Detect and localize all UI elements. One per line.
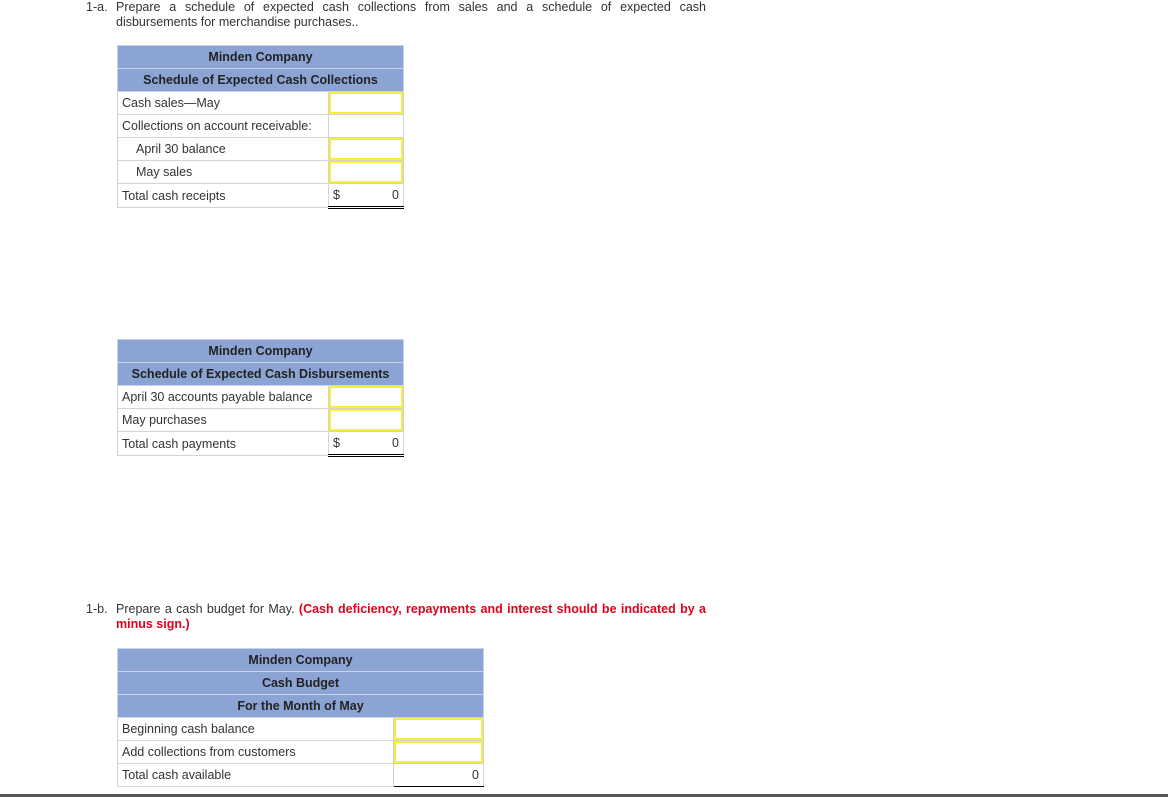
total-cash-receipts: $ 0 [328,183,404,209]
currency-symbol: $ [333,436,340,450]
table-row: Add collections from customers [117,740,484,764]
table-row: April 30 balance [117,137,404,161]
collections-input[interactable] [394,741,483,763]
total-value: 0 [392,436,399,450]
question-number: 1-b. [86,602,108,616]
table-row: April 30 accounts payable balance [117,385,404,409]
row-label: Cash sales—May [117,91,329,115]
total-row: Total cash receipts $ 0 [117,183,404,209]
question-1b: 1-b. Prepare a cash budget for May. (Cas… [86,602,706,632]
row-label: May purchases [117,408,329,432]
cash-disbursements-schedule: Minden Company Schedule of Expected Cash… [117,339,404,457]
total-value: 0 [472,768,479,782]
may-purchases-input[interactable] [329,409,403,431]
schedule-title: Schedule of Expected Cash Disbursements [117,362,404,386]
beginning-cash-input[interactable] [394,718,483,740]
total-row: Total cash payments $ 0 [117,431,404,457]
schedule-title: Schedule of Expected Cash Collections [117,68,404,92]
row-label: Collections on account receivable: [117,114,329,138]
cash-budget: Minden Company Cash Budget For the Month… [117,648,484,787]
budget-title: Cash Budget [117,671,484,695]
total-cash-payments: $ 0 [328,431,404,457]
currency-symbol: $ [333,188,340,202]
april-payable-input[interactable] [329,386,403,408]
row-label: Total cash payments [117,431,329,456]
row-label: Total cash receipts [117,183,329,208]
total-value: 0 [392,188,399,202]
row-label: Add collections from customers [117,740,394,764]
table-row: Beginning cash balance [117,717,484,741]
cash-sales-input[interactable] [329,92,403,114]
budget-period: For the Month of May [117,694,484,718]
row-label: May sales [117,160,329,184]
may-sales-input[interactable] [329,161,403,183]
row-label: Total cash available [117,763,394,787]
row-label: Beginning cash balance [117,717,394,741]
question-text: Prepare a schedule of expected cash coll… [116,0,706,29]
total-row: Total cash available 0 [117,763,484,787]
row-label: April 30 balance [117,137,329,161]
table-row: May sales [117,160,404,184]
question-number: 1-a. [86,0,108,14]
company-name: Minden Company [117,45,404,69]
table-row: May purchases [117,408,404,432]
total-cash-available: 0 [393,763,484,787]
table-row: Collections on account receivable: [117,114,404,138]
question-text: Prepare a cash budget for May. [116,602,299,616]
question-1a: 1-a. Prepare a schedule of expected cash… [86,0,706,30]
table-row: Cash sales—May [117,91,404,115]
company-name: Minden Company [117,339,404,363]
cash-collections-schedule: Minden Company Schedule of Expected Cash… [117,45,404,209]
company-name: Minden Company [117,648,484,672]
april-balance-input[interactable] [329,138,403,160]
row-label: April 30 accounts payable balance [117,385,329,409]
